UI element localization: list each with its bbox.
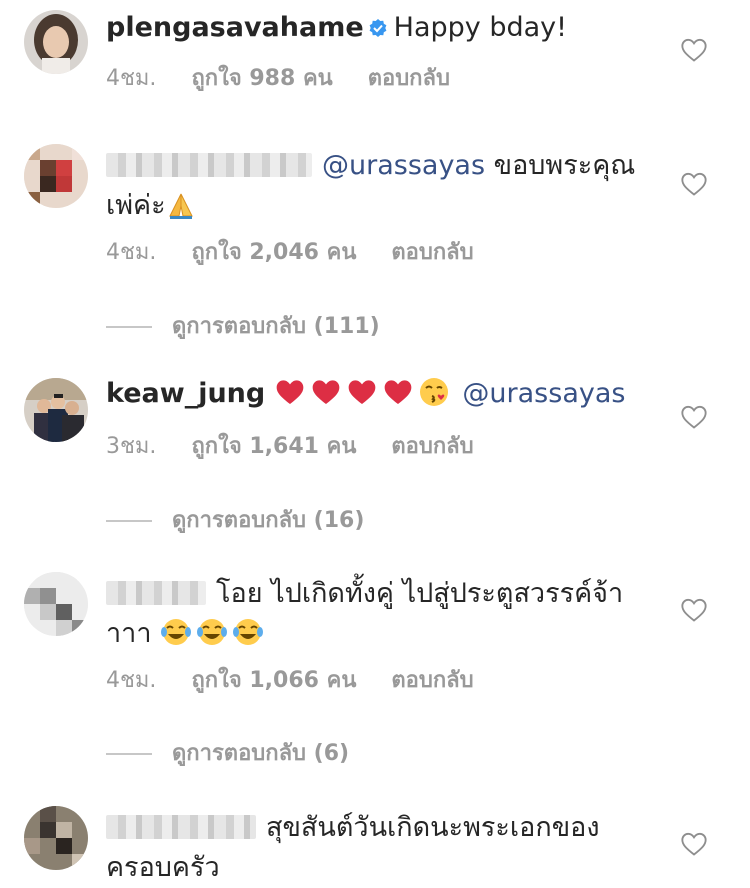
tears-of-joy-emoji [232,616,264,660]
view-replies-label: ดูการตอบกลับ (111) [172,314,380,339]
timestamp: 4ชม. [106,668,157,693]
view-replies-button[interactable]: ดูการตอบกลับ (111) [106,308,380,343]
view-replies-button[interactable]: ดูการตอบกลับ (16) [106,502,364,537]
divider-line [106,753,152,755]
kissing-face-emoji [418,376,450,420]
red-heart-emoji [310,376,342,420]
likes-count[interactable]: ถูกใจ 1,641 คน [191,434,356,459]
avatar-keaw-jung[interactable] [24,378,88,442]
view-replies-label: ดูการตอบกลับ (16) [172,508,365,533]
likes-count[interactable]: ถูกใจ 988 คน [191,66,332,91]
likes-count[interactable]: ถูกใจ 2,046 คน [191,240,356,265]
comment-message: Happy bday! [393,12,567,43]
folded-hands-emoji [166,190,196,221]
divider-line [106,520,152,522]
avatar-blurred[interactable] [24,144,88,208]
reply-button[interactable]: ตอบกลับ [368,66,450,91]
view-replies-button[interactable]: ดูการตอบกลับ (6) [106,735,349,770]
avatar-blurred[interactable] [24,572,88,636]
timestamp: 3ชม. [106,434,157,459]
red-heart-emoji [274,376,306,420]
reply-button[interactable]: ตอบกลับ [391,240,473,265]
comment-meta: 4ชม. ถูกใจ 988 คน ตอบกลับ [106,60,478,95]
comment-text: สุขสันต์วันเกิดนะพระเอกของครอบครัว [106,808,646,888]
likes-count[interactable]: ถูกใจ 1,066 คน [191,668,356,693]
avatar-blurred[interactable] [24,806,88,870]
like-heart-icon[interactable] [680,403,708,431]
timestamp: 4ชม. [106,240,157,265]
like-heart-icon[interactable] [680,36,708,64]
username-blurred[interactable] [106,581,206,605]
verified-badge-icon [368,10,388,50]
tears-of-joy-emoji [196,616,228,660]
comment-text: keaw_jung @urassayas [106,374,646,420]
timestamp: 4ชม. [106,66,157,91]
reply-button[interactable]: ตอบกลับ [391,668,473,693]
red-heart-emoji [382,376,414,420]
comment-text: plengasavahame Happy bday! [106,8,646,50]
comment-text: @urassayas ขอบพระคุณเพ่ค่ะ [106,146,646,226]
reply-button[interactable]: ตอบกลับ [391,434,473,459]
comment-meta: 4ชม. ถูกใจ 2,046 คน ตอบกลับ [106,234,502,269]
mention-link[interactable]: @urassayas [322,150,485,181]
username-blurred[interactable] [106,153,312,177]
divider-line [106,326,152,328]
like-heart-icon[interactable] [680,596,708,624]
avatar-plengasavahame[interactable] [24,10,88,74]
tears-of-joy-emoji [160,616,192,660]
like-heart-icon[interactable] [680,830,708,858]
comment-meta: 4ชม. ถูกใจ 1,066 คน ตอบกลับ [106,662,502,697]
mention-link[interactable]: @urassayas [462,378,625,409]
comment-text: โอย ไปเกิดทั้งคู่ ไปสู่ประตูสวรรค์จ้าาาา [106,574,646,660]
username[interactable]: keaw_jung [106,378,265,409]
comment-meta: 3ชม. ถูกใจ 1,641 คน ตอบกลับ [106,428,502,463]
red-heart-emoji [346,376,378,420]
username-blurred[interactable] [106,815,256,839]
like-heart-icon[interactable] [680,170,708,198]
username[interactable]: plengasavahame [106,12,364,43]
view-replies-label: ดูการตอบกลับ (6) [172,741,350,766]
